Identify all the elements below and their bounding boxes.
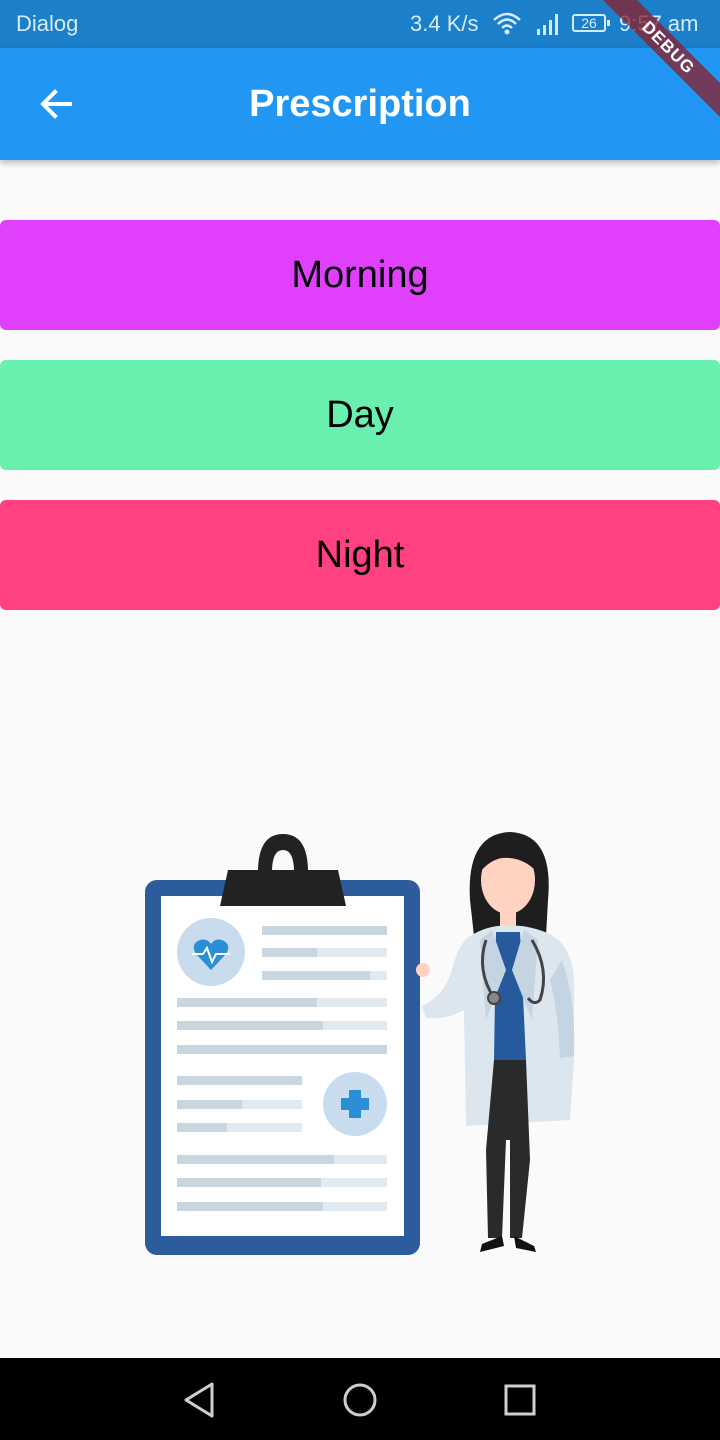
back-button[interactable] <box>24 72 88 136</box>
arrow-back-icon <box>40 89 72 119</box>
screen: Dialog 3.4 K/s 26 9:57 am DEBUG Prescrip… <box>0 0 720 1440</box>
battery-level: 26 <box>581 15 597 31</box>
doctor-clipboard-illustration <box>145 832 575 1255</box>
night-button[interactable]: Night <box>0 500 720 610</box>
signal-icon <box>537 14 558 35</box>
nav-back-icon[interactable] <box>178 1378 222 1422</box>
page-title: Prescription <box>249 83 471 125</box>
status-app-label: Dialog <box>16 11 79 36</box>
app-bar: Prescription <box>0 48 720 160</box>
battery-icon: 26 <box>572 14 610 32</box>
morning-button[interactable]: Morning <box>0 220 720 330</box>
day-button-label: Day <box>326 393 394 436</box>
night-button-label: Night <box>315 533 405 576</box>
system-nav-bar <box>0 1358 720 1440</box>
wifi-icon <box>493 12 521 35</box>
morning-button-label: Morning <box>291 253 429 296</box>
day-button[interactable]: Day <box>0 360 720 470</box>
network-speed: 3.4 K/s <box>410 11 479 36</box>
nav-recents-icon[interactable] <box>498 1378 542 1422</box>
clipboard <box>145 834 420 1255</box>
doctor-figure <box>416 832 575 1252</box>
nav-home-icon[interactable] <box>338 1378 382 1422</box>
